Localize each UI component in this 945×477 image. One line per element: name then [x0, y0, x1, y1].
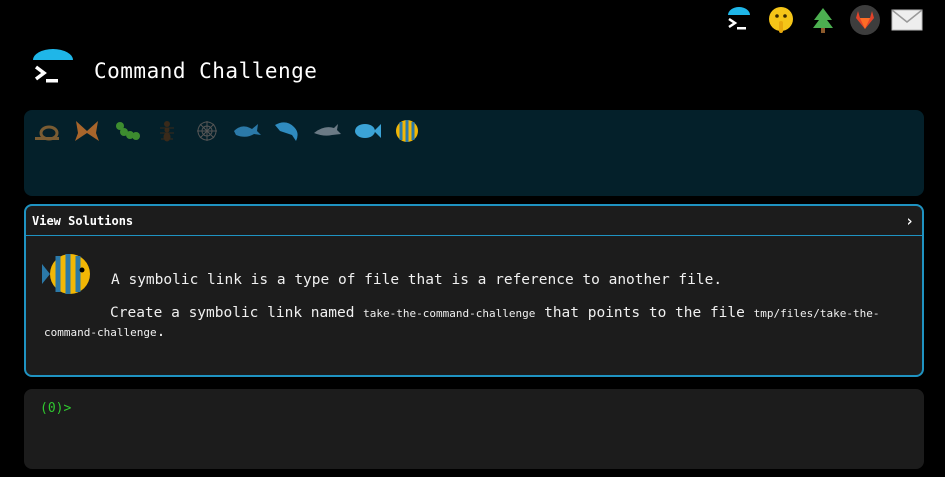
ant-icon: [152, 118, 182, 144]
whale-icon: [232, 118, 262, 144]
view-solutions-label: View Solutions: [32, 213, 134, 228]
shushing-face-icon[interactable]: [765, 4, 797, 36]
spider-web-icon: [192, 118, 222, 144]
top-nav: [723, 4, 923, 36]
chevron-right-icon: ›: [904, 211, 914, 230]
link-name: take-the-command-challenge: [363, 307, 536, 320]
terminal-logo-icon[interactable]: [30, 48, 76, 94]
terminal-prompt: (0)>: [40, 401, 72, 416]
butterfly-icon: [72, 118, 102, 144]
dolphin-icon: [272, 118, 302, 144]
tropical-fish-icon: [42, 254, 90, 294]
task-text: that points to the file: [535, 305, 754, 321]
snail-icon: [32, 118, 62, 144]
challenge-task: Create a symbolic link named take-the-co…: [44, 304, 904, 342]
achievement-bar: [24, 110, 924, 196]
challenge-description: A symbolic link is a type of file that i…: [111, 272, 723, 288]
gitlab-icon[interactable]: [849, 4, 881, 36]
envelope-icon[interactable]: [891, 4, 923, 36]
terminal[interactable]: (0)>: [24, 389, 924, 469]
evergreen-tree-icon[interactable]: [807, 4, 839, 36]
view-solutions-toggle[interactable]: View Solutions ›: [26, 206, 922, 236]
dolphin-gray-icon: [312, 118, 342, 144]
tropical-fish-icon: [392, 118, 422, 144]
caterpillar-icon: [112, 118, 142, 144]
challenge-panel: View Solutions › A symbolic link is a ty…: [24, 204, 924, 377]
terminal-logo-icon[interactable]: [723, 4, 755, 36]
page-title[interactable]: Command Challenge: [94, 59, 317, 83]
brand: Command Challenge: [30, 48, 317, 94]
task-text: .: [156, 324, 166, 340]
fish-blue-icon: [352, 118, 382, 144]
task-text: Create a symbolic link named: [110, 305, 364, 321]
